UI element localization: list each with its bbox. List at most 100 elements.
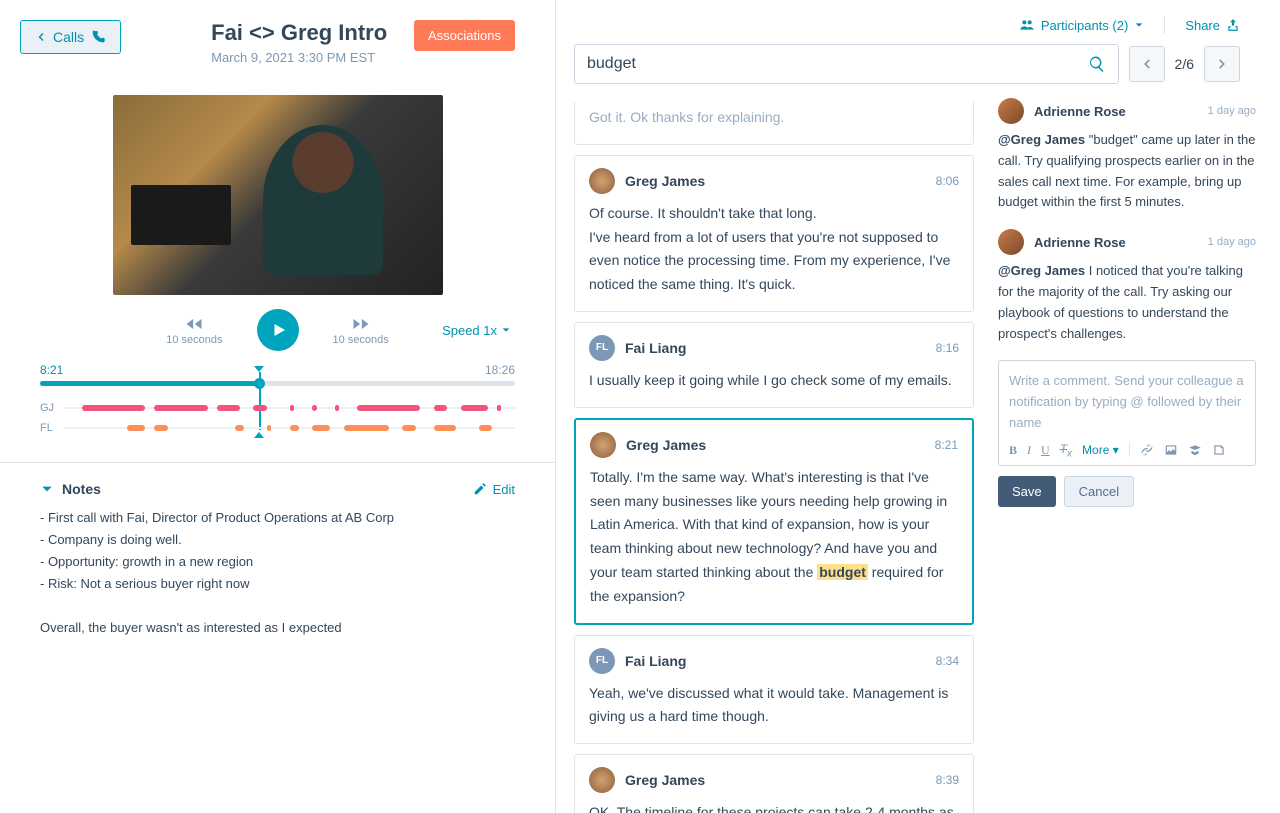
divider [1164, 16, 1165, 34]
speaker-fl-label: FL [40, 422, 64, 434]
snippet-icon[interactable] [1212, 443, 1226, 457]
search-result-count: 2/6 [1175, 56, 1194, 72]
play-icon [270, 321, 288, 339]
search-next-button[interactable] [1204, 46, 1240, 82]
comment-placeholder: Write a comment. Send your colleague a n… [1009, 371, 1245, 433]
comment-time: 1 day ago [1208, 236, 1256, 248]
transcript-text: I usually keep it going while I go check… [589, 369, 959, 393]
timestamp: 8:34 [936, 654, 959, 668]
chevron-right-icon [1215, 57, 1229, 71]
avatar: FL [589, 335, 615, 361]
forward-icon[interactable] [351, 314, 371, 334]
avatar [998, 98, 1024, 124]
chevron-left-icon [1140, 57, 1154, 71]
play-button[interactable] [257, 309, 299, 351]
share-icon [1226, 18, 1240, 32]
comment: Adrienne Rose 1 day ago @Greg James I noti… [998, 229, 1256, 344]
total-time: 18:26 [485, 363, 515, 377]
timestamp: 8:21 [935, 438, 958, 452]
search-highlight: budget [817, 564, 868, 580]
playhead-marker-top [254, 366, 264, 372]
transcript-text: Totally. I'm the same way. What's intere… [590, 466, 958, 609]
timestamp: 8:06 [936, 174, 959, 188]
timestamp: 8:39 [936, 773, 959, 787]
save-comment-button[interactable]: Save [998, 476, 1056, 507]
participants-dropdown[interactable]: Participants (2) [1019, 17, 1144, 33]
search-input[interactable] [587, 55, 1088, 73]
share-button[interactable]: Share [1185, 18, 1240, 33]
italic-button[interactable]: I [1027, 443, 1031, 458]
avatar [998, 229, 1024, 255]
comment-author: Adrienne Rose [1034, 104, 1126, 119]
transcript-list[interactable]: Got it. Ok thanks for explaining. Greg Ja… [574, 98, 986, 813]
notes-edit-button[interactable]: Edit [473, 482, 515, 497]
speed-selector[interactable]: Speed 1x [442, 323, 511, 338]
comment-author: Adrienne Rose [1034, 235, 1126, 250]
search-prev-button[interactable] [1129, 46, 1165, 82]
transcript-text: Of course. It shouldn't take that long.I… [589, 202, 959, 297]
video-icon[interactable] [1188, 443, 1202, 457]
editor-toolbar: B I U Tx More ▾ [1009, 442, 1245, 459]
comment-editor[interactable]: Write a comment. Send your colleague a n… [998, 360, 1256, 466]
rewind-label: 10 seconds [166, 334, 222, 346]
pencil-icon [473, 482, 487, 496]
avatar: FL [589, 648, 615, 674]
search-icon[interactable] [1088, 55, 1106, 73]
rewind-icon[interactable] [184, 314, 204, 334]
comment-text: @Greg James I noticed that you're talkin… [998, 261, 1256, 344]
avatar [589, 767, 615, 793]
playhead-marker-bottom [254, 432, 264, 438]
transcript-text: Yeah, we've discussed what it would take… [589, 682, 959, 730]
back-to-calls-button[interactable]: Calls [20, 20, 121, 54]
avatar [590, 432, 616, 458]
associations-button[interactable]: Associations [414, 20, 515, 51]
link-icon[interactable] [1140, 443, 1154, 457]
more-dropdown[interactable]: More ▾ [1082, 443, 1119, 457]
speaker-name: Greg James [626, 437, 706, 453]
bold-button[interactable]: B [1009, 443, 1017, 458]
transcript-bubble[interactable]: Greg James 8:39 OK. The timeline for these… [574, 754, 974, 813]
transcript-text: OK. The timeline for these projects can … [589, 801, 959, 813]
mention[interactable]: @Greg James [998, 263, 1085, 278]
speaker-name: Greg James [625, 772, 705, 788]
chevron-down-icon [1134, 20, 1144, 30]
current-time: 8:21 [40, 363, 63, 377]
speaker-name: Greg James [625, 173, 705, 189]
transcript-bubble[interactable]: FL Fai Liang 8:16 I usually keep it going w… [574, 322, 974, 408]
clear-format-button[interactable]: Tx [1060, 442, 1072, 459]
transcript-bubble[interactable]: Greg James 8:06 Of course. It shouldn't ta… [574, 155, 974, 312]
avatar [589, 168, 615, 194]
image-icon[interactable] [1164, 443, 1178, 457]
speaker-name: Fai Liang [625, 340, 686, 356]
playhead-line [259, 372, 261, 430]
chevron-left-icon [35, 31, 47, 43]
cancel-comment-button[interactable]: Cancel [1064, 476, 1134, 507]
notes-body: - First call with Fai, Director of Produ… [40, 507, 515, 640]
progress-track[interactable] [40, 381, 515, 386]
speaker-fl-track[interactable] [64, 425, 515, 431]
timestamp: 8:16 [936, 341, 959, 355]
notes-toggle[interactable]: Notes [40, 481, 101, 497]
people-icon [1019, 17, 1035, 33]
phone-icon [90, 29, 106, 45]
comment: Adrienne Rose 1 day ago @Greg James "budge… [998, 98, 1256, 213]
transcript-bubble[interactable]: FL Fai Liang 8:34 Yeah, we've discussed wha… [574, 635, 974, 745]
mention[interactable]: @Greg James [998, 132, 1085, 147]
video-thumbnail[interactable] [113, 95, 443, 295]
call-date: March 9, 2021 3:30 PM EST [211, 50, 414, 65]
speaker-name: Fai Liang [625, 653, 686, 669]
underline-button[interactable]: U [1041, 443, 1050, 458]
chevron-down-icon [501, 325, 511, 335]
chevron-down-icon [40, 482, 54, 496]
speaker-gj-track[interactable] [64, 405, 515, 411]
back-label: Calls [53, 29, 84, 45]
speaker-gj-label: GJ [40, 402, 64, 414]
transcript-bubble[interactable]: Got it. Ok thanks for explaining. [574, 102, 974, 145]
forward-label: 10 seconds [333, 334, 389, 346]
call-title: Fai <> Greg Intro [211, 20, 414, 46]
transcript-bubble[interactable]: Greg James 8:21 Totally. I'm the same way.… [574, 418, 974, 625]
comment-text: @Greg James "budget" came up later in th… [998, 130, 1256, 213]
comment-time: 1 day ago [1208, 105, 1256, 117]
transcript-search[interactable] [574, 44, 1119, 84]
comments-panel: Adrienne Rose 1 day ago @Greg James "budge… [986, 98, 1280, 813]
